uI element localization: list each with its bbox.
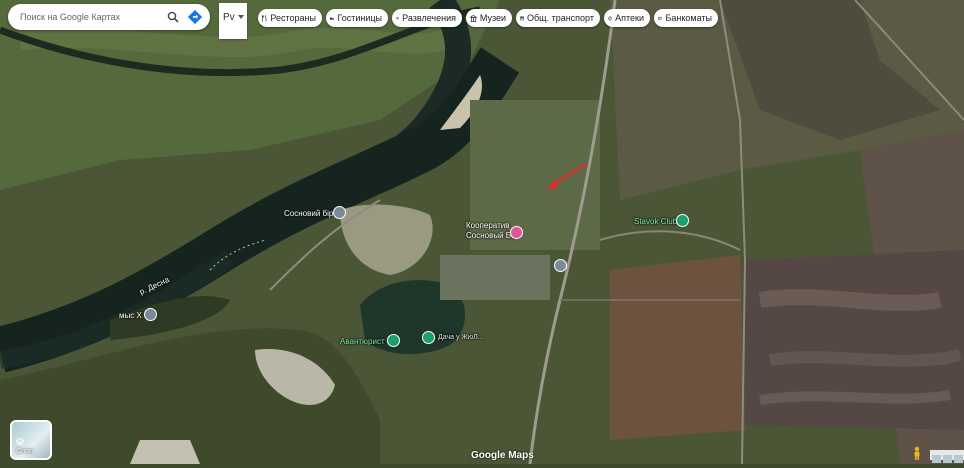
layers-label: Слои <box>16 448 34 455</box>
chip-entertainment[interactable]: Развлечения <box>392 9 462 27</box>
chip-label: Развлечения <box>402 13 456 23</box>
place-pin-icon[interactable] <box>554 259 567 272</box>
camera-icon <box>396 17 400 20</box>
imagery-thumbnails[interactable] <box>930 450 964 463</box>
shopping-pin-icon[interactable] <box>510 226 523 239</box>
place-label-sosnovy-bir[interactable]: Сосновий бір <box>284 209 333 218</box>
search-input[interactable]: Поиск на Google Картах <box>20 12 162 22</box>
place-pin-icon[interactable] <box>387 334 400 347</box>
chip-museums[interactable]: Музеи <box>466 9 512 27</box>
atm-icon <box>658 16 663 20</box>
chip-label: Общ. транспорт <box>527 13 594 23</box>
chip-pharmacies[interactable]: Аптеки <box>604 9 650 27</box>
place-pin-icon[interactable] <box>333 206 346 219</box>
place-label-kooperativ[interactable]: Кооператив <box>466 221 509 230</box>
language-dropdown[interactable]: Рv <box>219 3 247 39</box>
chip-label: Рестораны <box>270 13 316 23</box>
pegman-icon[interactable] <box>912 446 922 460</box>
chip-restaurants[interactable]: Рестораны <box>258 9 322 27</box>
search-icon[interactable] <box>162 6 184 28</box>
place-pin-icon[interactable] <box>676 214 689 227</box>
chip-label: Гостиницы <box>337 13 382 23</box>
place-label-dacha[interactable]: Дача у ЖюЛ... <box>438 334 484 341</box>
layers-icon <box>16 438 24 446</box>
chip-transit[interactable]: Общ. транспорт <box>516 9 600 27</box>
chip-label: Банкоматы <box>665 13 712 23</box>
layers-button[interactable]: Слои <box>10 420 52 460</box>
thumbnail[interactable] <box>943 455 952 463</box>
directions-icon[interactable] <box>184 6 206 28</box>
bed-icon <box>330 16 335 20</box>
chevron-down-icon <box>238 15 244 19</box>
chip-label: Аптеки <box>615 13 644 23</box>
chip-atms[interactable]: Банкоматы <box>654 9 718 27</box>
place-label-mys[interactable]: мыс Х <box>119 311 142 320</box>
place-label-stavok-club[interactable]: Stavok Club <box>634 217 677 226</box>
language-label: Рv <box>223 12 235 23</box>
place-label-avantyurist[interactable]: Авантюрист <box>340 337 385 346</box>
chip-hotels[interactable]: Гостиницы <box>326 9 388 27</box>
place-pin-icon[interactable] <box>422 331 435 344</box>
search-box[interactable]: Поиск на Google Картах <box>8 4 210 30</box>
bus-icon <box>520 15 525 20</box>
museum-icon <box>470 14 477 22</box>
thumbnail[interactable] <box>932 455 941 463</box>
chip-label: Музеи <box>479 13 506 23</box>
place-pin-icon[interactable] <box>144 308 157 321</box>
fork-knife-icon <box>262 14 267 22</box>
pharmacy-icon <box>608 15 613 21</box>
thumbnail[interactable] <box>954 455 963 463</box>
google-maps-logo: Google Maps <box>471 450 534 461</box>
